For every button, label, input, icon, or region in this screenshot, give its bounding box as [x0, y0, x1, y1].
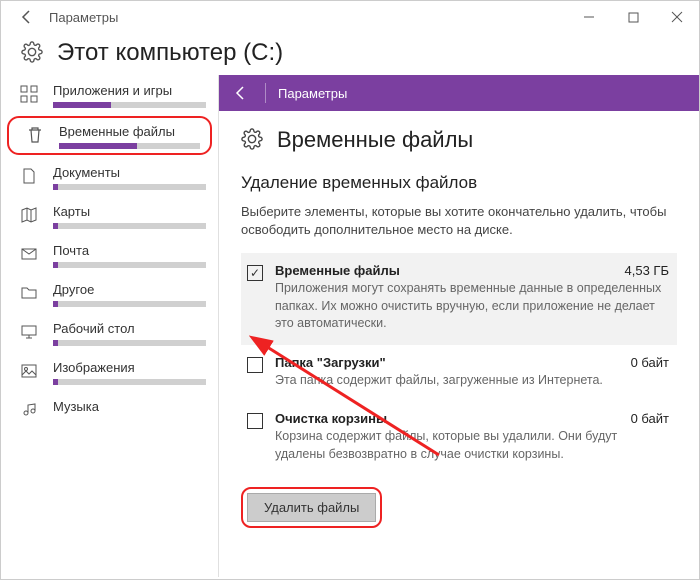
file-item-name: Временные файлы [275, 263, 400, 278]
mail-icon [19, 243, 39, 263]
sidebar: Приложения и игры Временные файлы Докуме… [1, 75, 219, 577]
maximize-button[interactable] [611, 1, 655, 33]
file-item-size: 0 байт [631, 411, 669, 426]
sidebar-item-label: Карты [53, 204, 206, 219]
apps-icon [19, 83, 39, 103]
window-controls [567, 1, 699, 33]
file-item-recycle-bin[interactable]: Очистка корзины 0 байт Корзина содержит … [241, 401, 677, 475]
usage-bar [53, 301, 206, 307]
sidebar-item-temp-files[interactable]: Временные файлы [7, 116, 212, 155]
sidebar-item-mail[interactable]: Почта [1, 235, 218, 274]
sidebar-item-label: Рабочий стол [53, 321, 206, 336]
file-item-desc: Приложения могут сохранять временные дан… [275, 280, 669, 333]
checkbox[interactable] [247, 265, 263, 281]
page-title: Этот компьютер (C:) [57, 39, 283, 67]
file-item-size: 4,53 ГБ [625, 263, 669, 278]
section-title: Удаление временных файлов [241, 173, 677, 193]
delete-files-button[interactable]: Удалить файлы [247, 493, 376, 522]
trash-icon [25, 124, 45, 144]
sidebar-item-label: Музыка [53, 399, 206, 414]
sidebar-item-apps[interactable]: Приложения и игры [1, 75, 218, 114]
sidebar-item-label: Документы [53, 165, 206, 180]
back-button[interactable] [13, 3, 41, 31]
sidebar-item-label: Почта [53, 243, 206, 258]
document-icon [19, 165, 39, 185]
sidebar-item-label: Другое [53, 282, 206, 297]
checkbox[interactable] [247, 413, 263, 429]
sidebar-item-label: Приложения и игры [53, 83, 206, 98]
folder-icon [19, 282, 39, 302]
sidebar-item-label: Изображения [53, 360, 206, 375]
delete-button-highlight: Удалить файлы [241, 487, 382, 528]
gear-icon [241, 128, 263, 153]
file-item-name: Очистка корзины [275, 411, 387, 426]
page-header: Этот компьютер (C:) [1, 33, 699, 75]
main-panel: Параметры Временные файлы Удаление време… [219, 75, 699, 577]
usage-bar [53, 184, 206, 190]
desktop-icon [19, 321, 39, 341]
file-item-size: 0 байт [631, 355, 669, 370]
usage-bar [53, 102, 206, 108]
file-item-name: Папка "Загрузки" [275, 355, 386, 370]
usage-bar [53, 379, 206, 385]
main-heading: Временные файлы [241, 127, 677, 153]
map-icon [19, 204, 39, 224]
usage-bar [59, 143, 200, 149]
close-button[interactable] [655, 1, 699, 33]
sub-header-title: Параметры [278, 86, 347, 101]
file-item-downloads[interactable]: Папка "Загрузки" 0 байт Эта папка содерж… [241, 345, 677, 402]
window-title: Параметры [49, 10, 118, 25]
sidebar-item-other[interactable]: Другое [1, 274, 218, 313]
sub-back-button[interactable] [229, 81, 253, 105]
sidebar-item-desktop[interactable]: Рабочий стол [1, 313, 218, 352]
music-icon [19, 399, 39, 419]
file-item-temp[interactable]: Временные файлы 4,53 ГБ Приложения могут… [241, 253, 677, 345]
sidebar-item-label: Временные файлы [59, 124, 200, 139]
main-heading-text: Временные файлы [277, 127, 473, 153]
minimize-button[interactable] [567, 1, 611, 33]
file-item-desc: Эта папка содержит файлы, загруженные из… [275, 372, 669, 390]
titlebar: Параметры [1, 1, 699, 33]
sidebar-item-pictures[interactable]: Изображения [1, 352, 218, 391]
usage-bar [53, 340, 206, 346]
gear-icon [21, 41, 43, 66]
checkbox[interactable] [247, 357, 263, 373]
sidebar-item-music[interactable]: Музыка [1, 391, 218, 425]
divider [265, 83, 266, 103]
picture-icon [19, 360, 39, 380]
section-description: Выберите элементы, которые вы хотите око… [241, 203, 677, 239]
usage-bar [53, 223, 206, 229]
sidebar-item-maps[interactable]: Карты [1, 196, 218, 235]
file-item-desc: Корзина содержит файлы, которые вы удали… [275, 428, 669, 463]
usage-bar [53, 262, 206, 268]
sidebar-item-documents[interactable]: Документы [1, 157, 218, 196]
sub-header: Параметры [219, 75, 699, 111]
